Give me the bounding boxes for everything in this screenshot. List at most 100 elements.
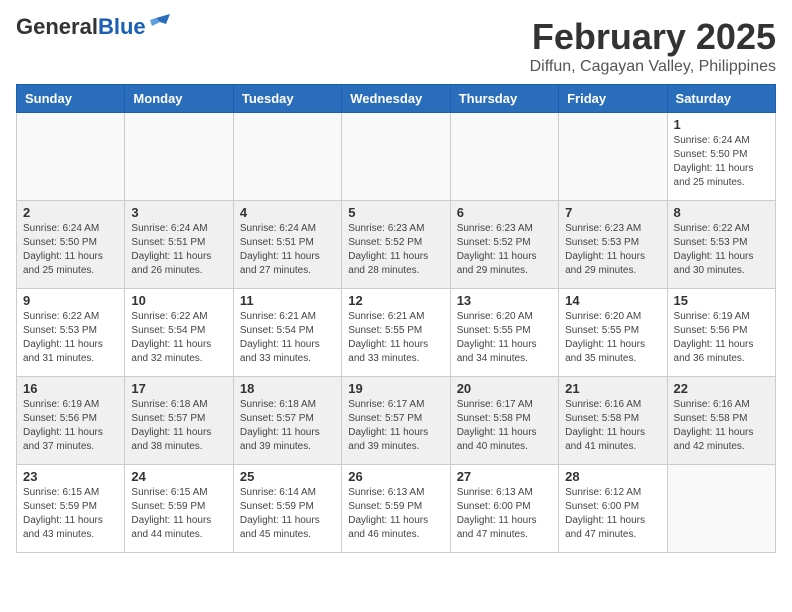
day-number: 21 (565, 381, 660, 396)
day-info: Sunrise: 6:19 AM Sunset: 5:56 PM Dayligh… (23, 398, 118, 454)
calendar-day-cell: 15Sunrise: 6:19 AM Sunset: 5:56 PM Dayli… (667, 289, 775, 377)
calendar-day-cell: 19 Sunrise: 6:17 AM Sunset: 5:57 PM Dayli… (342, 377, 450, 465)
calendar-week-row: 2 Sunrise: 6:24 AM Sunset: 5:50 PM Daylig… (17, 201, 776, 289)
page-header: GeneralBlue February 2025 Diffun, Cagaya… (16, 16, 776, 76)
day-info: Sunrise: 6:23 AM Sunset: 5:53 PM Dayligh… (565, 222, 660, 278)
logo-bird-icon (148, 14, 170, 36)
day-number: 16 (23, 381, 118, 396)
location-subtitle: Diffun, Cagayan Valley, Philippines (530, 58, 776, 76)
day-number: 20 (457, 381, 552, 396)
day-info: Sunrise: 6:15 AM Sunset: 5:59 PM Dayligh… (23, 486, 118, 542)
calendar-day-cell: 26 Sunrise: 6:13 AM Sunset: 5:59 PM Dayli… (342, 465, 450, 553)
logo: GeneralBlue (16, 16, 170, 38)
calendar-day-cell (17, 113, 125, 201)
day-info: Sunrise: 6:20 AM Sunset: 5:55 PM Dayligh… (457, 310, 552, 366)
day-info: Sunrise: 6:16 AM Sunset: 5:58 PM Dayligh… (565, 398, 660, 454)
day-info: Sunrise: 6:24 AM Sunset: 5:50 PM Dayligh… (23, 222, 118, 278)
calendar-day-cell: 1 Sunrise: 6:24 AM Sunset: 5:50 PM Daylig… (667, 113, 775, 201)
day-info: Sunrise: 6:23 AM Sunset: 5:52 PM Dayligh… (457, 222, 552, 278)
weekday-header-wednesday: Wednesday (342, 85, 450, 113)
calendar-day-cell: 24Sunrise: 6:15 AM Sunset: 5:59 PM Dayli… (125, 465, 233, 553)
day-info: Sunrise: 6:23 AM Sunset: 5:52 PM Dayligh… (348, 222, 443, 278)
calendar-day-cell: 20Sunrise: 6:17 AM Sunset: 5:58 PM Dayli… (450, 377, 558, 465)
calendar-day-cell: 6 Sunrise: 6:23 AM Sunset: 5:52 PM Daylig… (450, 201, 558, 289)
calendar-day-cell: 4 Sunrise: 6:24 AM Sunset: 5:51 PM Daylig… (233, 201, 341, 289)
calendar-day-cell: 14 Sunrise: 6:20 AM Sunset: 5:55 PM Dayli… (559, 289, 667, 377)
calendar-week-row: 23 Sunrise: 6:15 AM Sunset: 5:59 PM Dayli… (17, 465, 776, 553)
day-number: 7 (565, 205, 660, 220)
day-number: 23 (23, 469, 118, 484)
day-number: 10 (131, 293, 226, 308)
calendar-day-cell: 16 Sunrise: 6:19 AM Sunset: 5:56 PM Dayli… (17, 377, 125, 465)
day-number: 6 (457, 205, 552, 220)
calendar-day-cell (125, 113, 233, 201)
day-info: Sunrise: 6:14 AM Sunset: 5:59 PM Dayligh… (240, 486, 335, 542)
calendar-day-cell: 18 Sunrise: 6:18 AM Sunset: 5:57 PM Dayli… (233, 377, 341, 465)
calendar-day-cell: 8 Sunrise: 6:22 AM Sunset: 5:53 PM Daylig… (667, 201, 775, 289)
day-info: Sunrise: 6:15 AM Sunset: 5:59 PM Dayligh… (131, 486, 226, 542)
day-info: Sunrise: 6:20 AM Sunset: 5:55 PM Dayligh… (565, 310, 660, 366)
day-info: Sunrise: 6:22 AM Sunset: 5:54 PM Dayligh… (131, 310, 226, 366)
title-section: February 2025 Diffun, Cagayan Valley, Ph… (530, 16, 776, 76)
calendar-day-cell: 21 Sunrise: 6:16 AM Sunset: 5:58 PM Dayli… (559, 377, 667, 465)
day-info: Sunrise: 6:18 AM Sunset: 5:57 PM Dayligh… (240, 398, 335, 454)
day-info: Sunrise: 6:12 AM Sunset: 6:00 PM Dayligh… (565, 486, 660, 542)
day-number: 25 (240, 469, 335, 484)
day-info: Sunrise: 6:24 AM Sunset: 5:50 PM Dayligh… (674, 134, 769, 190)
day-info: Sunrise: 6:21 AM Sunset: 5:54 PM Dayligh… (240, 310, 335, 366)
day-info: Sunrise: 6:13 AM Sunset: 5:59 PM Dayligh… (348, 486, 443, 542)
day-number: 15 (674, 293, 769, 308)
calendar-table: SundayMondayTuesdayWednesdayThursdayFrid… (16, 84, 776, 553)
calendar-day-cell: 3 Sunrise: 6:24 AM Sunset: 5:51 PM Daylig… (125, 201, 233, 289)
weekday-header-sunday: Sunday (17, 85, 125, 113)
day-number: 5 (348, 205, 443, 220)
calendar-day-cell (450, 113, 558, 201)
day-info: Sunrise: 6:24 AM Sunset: 5:51 PM Dayligh… (240, 222, 335, 278)
day-info: Sunrise: 6:18 AM Sunset: 5:57 PM Dayligh… (131, 398, 226, 454)
weekday-header-row: SundayMondayTuesdayWednesdayThursdayFrid… (17, 85, 776, 113)
calendar-day-cell: 2 Sunrise: 6:24 AM Sunset: 5:50 PM Daylig… (17, 201, 125, 289)
day-number: 28 (565, 469, 660, 484)
day-number: 13 (457, 293, 552, 308)
day-number: 11 (240, 293, 335, 308)
calendar-day-cell: 27Sunrise: 6:13 AM Sunset: 6:00 PM Dayli… (450, 465, 558, 553)
day-number: 22 (674, 381, 769, 396)
calendar-day-cell: 5 Sunrise: 6:23 AM Sunset: 5:52 PM Daylig… (342, 201, 450, 289)
calendar-week-row: 1 Sunrise: 6:24 AM Sunset: 5:50 PM Daylig… (17, 113, 776, 201)
logo-blue: Blue (98, 14, 146, 39)
weekday-header-tuesday: Tuesday (233, 85, 341, 113)
day-number: 2 (23, 205, 118, 220)
calendar-day-cell: 25 Sunrise: 6:14 AM Sunset: 5:59 PM Dayli… (233, 465, 341, 553)
day-number: 3 (131, 205, 226, 220)
day-number: 18 (240, 381, 335, 396)
calendar-day-cell: 10 Sunrise: 6:22 AM Sunset: 5:54 PM Dayli… (125, 289, 233, 377)
weekday-header-monday: Monday (125, 85, 233, 113)
day-info: Sunrise: 6:21 AM Sunset: 5:55 PM Dayligh… (348, 310, 443, 366)
day-info: Sunrise: 6:17 AM Sunset: 5:57 PM Dayligh… (348, 398, 443, 454)
calendar-day-cell: 28 Sunrise: 6:12 AM Sunset: 6:00 PM Dayli… (559, 465, 667, 553)
day-number: 1 (674, 117, 769, 132)
logo-general: General (16, 14, 98, 39)
day-info: Sunrise: 6:13 AM Sunset: 6:00 PM Dayligh… (457, 486, 552, 542)
day-number: 12 (348, 293, 443, 308)
calendar-day-cell: 13 Sunrise: 6:20 AM Sunset: 5:55 PM Dayli… (450, 289, 558, 377)
calendar-week-row: 9 Sunrise: 6:22 AM Sunset: 5:53 PM Daylig… (17, 289, 776, 377)
calendar-day-cell: 22Sunrise: 6:16 AM Sunset: 5:58 PM Dayli… (667, 377, 775, 465)
month-year-title: February 2025 (530, 16, 776, 58)
day-number: 26 (348, 469, 443, 484)
day-info: Sunrise: 6:24 AM Sunset: 5:51 PM Dayligh… (131, 222, 226, 278)
day-number: 14 (565, 293, 660, 308)
calendar-day-cell: 23 Sunrise: 6:15 AM Sunset: 5:59 PM Dayli… (17, 465, 125, 553)
day-number: 19 (348, 381, 443, 396)
weekday-header-saturday: Saturday (667, 85, 775, 113)
day-info: Sunrise: 6:22 AM Sunset: 5:53 PM Dayligh… (674, 222, 769, 278)
day-number: 4 (240, 205, 335, 220)
day-info: Sunrise: 6:22 AM Sunset: 5:53 PM Dayligh… (23, 310, 118, 366)
day-number: 9 (23, 293, 118, 308)
day-number: 8 (674, 205, 769, 220)
calendar-day-cell (559, 113, 667, 201)
calendar-day-cell: 7 Sunrise: 6:23 AM Sunset: 5:53 PM Daylig… (559, 201, 667, 289)
calendar-day-cell (342, 113, 450, 201)
calendar-day-cell (667, 465, 775, 553)
calendar-day-cell: 17Sunrise: 6:18 AM Sunset: 5:57 PM Dayli… (125, 377, 233, 465)
